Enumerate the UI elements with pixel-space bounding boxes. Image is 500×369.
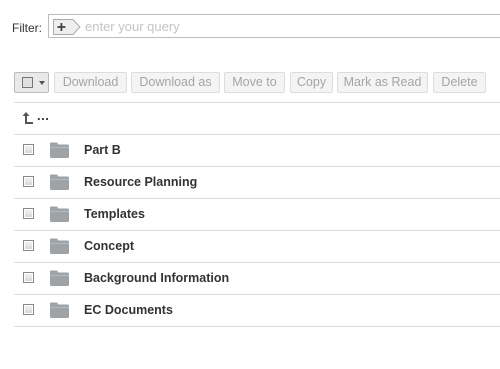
- copy-button[interactable]: Copy: [290, 72, 333, 93]
- filter-label: Filter:: [12, 21, 42, 35]
- filter-input[interactable]: [85, 15, 495, 37]
- plus-tag-icon[interactable]: [52, 18, 82, 36]
- folder-name[interactable]: Background Information: [84, 271, 229, 285]
- folder-icon: [50, 142, 69, 158]
- download-button[interactable]: Download: [54, 72, 127, 93]
- row-checkbox[interactable]: [23, 208, 34, 219]
- folder-row[interactable]: Part B: [14, 134, 500, 166]
- filter-field[interactable]: [48, 14, 500, 38]
- folder-icon: [50, 238, 69, 254]
- folder-name[interactable]: Resource Planning: [84, 175, 197, 189]
- folder-name[interactable]: EC Documents: [84, 303, 173, 317]
- download-as-button[interactable]: Download as: [131, 72, 220, 93]
- mark-as-read-button[interactable]: Mark as Read: [337, 72, 428, 93]
- delete-button[interactable]: Delete: [433, 72, 486, 93]
- folder-icon: [50, 206, 69, 222]
- checkbox-icon: [22, 77, 33, 88]
- row-checkbox[interactable]: [23, 176, 34, 187]
- folder-name[interactable]: Templates: [84, 207, 145, 221]
- folder-name[interactable]: Concept: [84, 239, 134, 253]
- folder-row[interactable]: Resource Planning: [14, 166, 500, 198]
- folder-row[interactable]: Concept: [14, 230, 500, 262]
- folder-row[interactable]: EC Documents: [14, 294, 500, 327]
- parent-folder-label[interactable]: ...: [37, 108, 49, 123]
- move-to-button[interactable]: Move to: [224, 72, 285, 93]
- filter-bar: Filter:: [12, 14, 500, 42]
- file-list: ... Part B Resource Planning Templates C…: [14, 102, 500, 327]
- row-checkbox[interactable]: [23, 240, 34, 251]
- folder-row[interactable]: Templates: [14, 198, 500, 230]
- folder-name[interactable]: Part B: [84, 143, 121, 157]
- folder-icon: [50, 270, 69, 286]
- row-checkbox[interactable]: [23, 272, 34, 283]
- select-all-dropdown-button[interactable]: [14, 72, 49, 93]
- folder-row[interactable]: Background Information: [14, 262, 500, 294]
- folder-icon: [50, 302, 69, 318]
- row-checkbox[interactable]: [23, 304, 34, 315]
- chevron-down-icon: [39, 81, 45, 85]
- folder-icon: [50, 174, 69, 190]
- arrow-up-icon: [22, 111, 34, 125]
- parent-folder-row[interactable]: ...: [14, 102, 500, 134]
- row-checkbox[interactable]: [23, 144, 34, 155]
